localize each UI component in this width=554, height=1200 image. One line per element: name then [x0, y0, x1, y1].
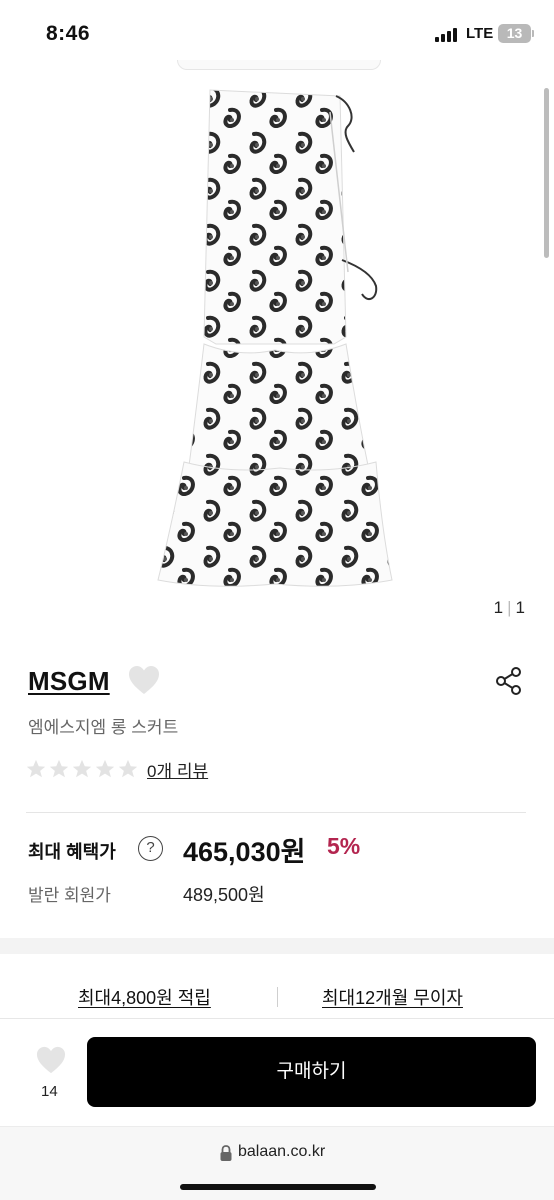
points-benefit-link[interactable]: 최대4,800원 적립: [78, 984, 211, 1010]
heart-icon[interactable]: [34, 1045, 68, 1075]
lock-icon: [220, 1145, 232, 1161]
review-link[interactable]: 0개 리뷰: [147, 757, 208, 782]
browser-url-bar[interactable]: balaan.co.kr: [0, 1126, 554, 1200]
url-text[interactable]: balaan.co.kr: [238, 1143, 325, 1161]
star-icon: [95, 759, 115, 778]
star-icon: [72, 759, 92, 778]
image-counter: 1 | 1: [493, 598, 525, 617]
image-counter-total: 1: [515, 598, 525, 617]
installment-benefit-link[interactable]: 최대12개월 무이자: [322, 984, 463, 1010]
member-price-label: 발란 회원가: [28, 886, 111, 905]
section-divider: [0, 938, 554, 954]
discount-rate: 5%: [327, 833, 361, 859]
member-price: 489,500원: [183, 885, 265, 905]
max-benefit-price: 465,030원: [183, 837, 306, 867]
rating-row: 0개 리뷰: [25, 757, 208, 781]
max-benefit-price-label: 최대 혜택가: [28, 842, 116, 862]
divider: [26, 812, 526, 813]
star-icon: [118, 759, 138, 778]
status-time: 8:46: [46, 22, 91, 45]
benefit-separator: [277, 987, 278, 1007]
scrollbar[interactable]: [544, 88, 549, 258]
pull-handle: [177, 60, 381, 70]
battery-icon: 13: [498, 24, 531, 43]
product-name: 엠에스지엠 롱 스커트: [28, 718, 179, 737]
star-icon: [26, 759, 46, 778]
image-counter-current: 1: [493, 598, 504, 617]
product-image[interactable]: [150, 82, 400, 590]
benefits-row: 최대4,800원 적립 최대12개월 무이자: [0, 984, 554, 1014]
heart-icon[interactable]: [127, 664, 161, 696]
purchase-bar: 14 구매하기: [0, 1018, 554, 1126]
signal-icon: [435, 28, 461, 42]
battery-tip: [532, 30, 534, 37]
status-bar: 8:46 LTE 13: [0, 0, 554, 64]
share-icon[interactable]: [494, 665, 524, 697]
wish-count: 14: [41, 1083, 58, 1100]
network-type: LTE: [466, 25, 494, 42]
home-indicator: [180, 1184, 376, 1190]
buy-button[interactable]: 구매하기: [87, 1037, 536, 1107]
brand-link[interactable]: MSGM: [28, 666, 110, 697]
star-icon: [49, 759, 69, 778]
question-circle-icon[interactable]: ?: [138, 836, 163, 861]
